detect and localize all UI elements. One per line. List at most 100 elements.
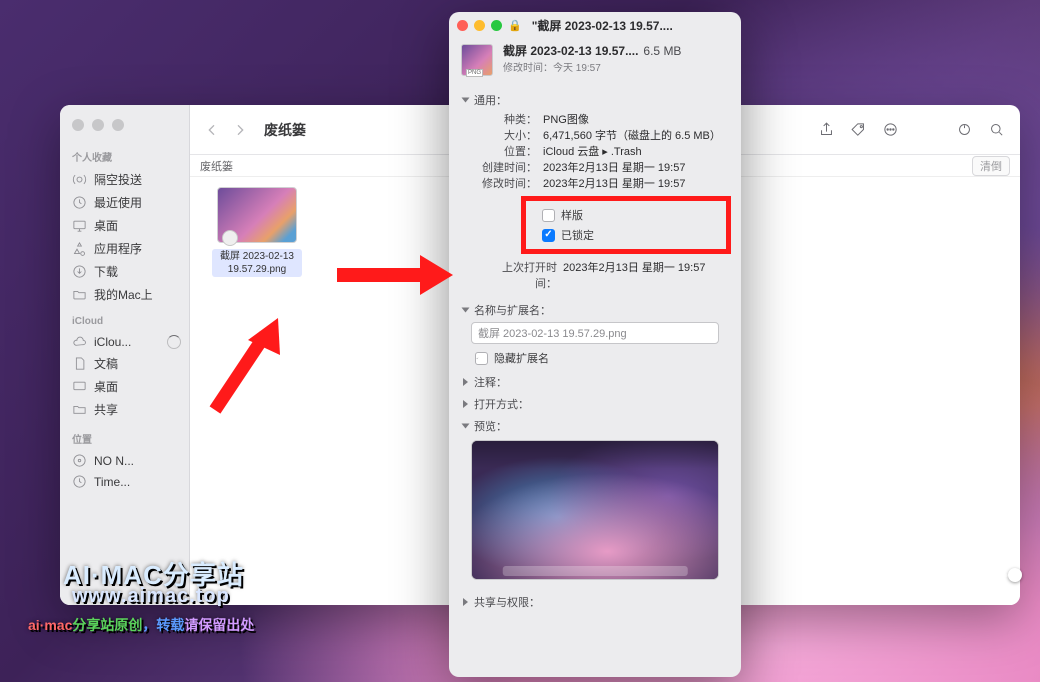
locked-label: 已锁定 [561, 227, 594, 243]
sidebar-label: 最近使用 [94, 194, 142, 211]
hide-ext-label: 隐藏扩展名 [494, 350, 549, 366]
sidebar-item-iclouddrive[interactable]: iClou... [60, 331, 189, 352]
zoom-slider[interactable] [922, 568, 1022, 582]
sidebar-item-mymac[interactable]: 我的Mac上 [60, 283, 189, 306]
finder-sidebar: 个人收藏 隔空投送 最近使用 桌面 应用程序 下载 我的Mac上 iCloud … [60, 105, 190, 605]
getinfo-titlebar: 🔒 "截屏 2023-02-13 19.57.... [449, 12, 741, 38]
where-value: iCloud 云盘 ▸ .Trash [543, 144, 727, 160]
watermark-line2: www.aimac.top [72, 585, 230, 608]
airdrop-icon [72, 172, 87, 187]
modified-label: 修改时间： [481, 176, 543, 192]
file-thumbnail [217, 187, 297, 243]
close-button[interactable] [457, 20, 468, 31]
sidebar-label: 共享 [94, 401, 118, 418]
filename-input[interactable] [471, 322, 719, 344]
document-icon [72, 356, 87, 371]
getinfo-header: 截屏 2023-02-13 19.57.... 6.5 MB 修改时间：今天 19… [449, 38, 741, 88]
watermark-line3: ai·mac分享站原创，转载请保留出处 [28, 615, 254, 635]
action-button[interactable] [880, 120, 900, 140]
cloud-icon [72, 334, 87, 349]
where-label: 位置： [481, 144, 543, 160]
sidebar-item-recent[interactable]: 最近使用 [60, 191, 189, 214]
getinfo-window: 🔒 "截屏 2023-02-13 19.57.... 截屏 2023-02-13… [449, 12, 741, 677]
sidebar-item-airdrop[interactable]: 隔空投送 [60, 168, 189, 191]
forward-button[interactable] [232, 122, 248, 138]
kind-value: PNG图像 [543, 112, 727, 128]
zoom-button[interactable] [112, 119, 124, 131]
disk-icon [72, 453, 87, 468]
download-icon [72, 264, 87, 279]
sync-spinner-icon [167, 335, 181, 349]
empty-trash-button[interactable]: 清倒 [972, 156, 1010, 176]
sidebar-label: 桌面 [94, 217, 118, 234]
tags-button[interactable] [848, 120, 868, 140]
getinfo-mod-value: 今天 19:57 [553, 63, 601, 74]
preview-image [471, 440, 719, 580]
annotation-arrow [335, 250, 455, 305]
size-label: 大小： [481, 128, 543, 144]
getinfo-body: 通用： 种类：PNG图像 大小：6,471,560 字节（磁盘上的 6.5 MB… [449, 88, 741, 677]
sidebar-item-volume[interactable]: NO N... [60, 450, 189, 471]
search-button[interactable] [986, 120, 1006, 140]
sidebar-item-shared[interactable]: 共享 [60, 398, 189, 421]
finder-title: 废纸篓 [264, 120, 306, 140]
clock-icon [72, 195, 87, 210]
view-button[interactable] [954, 120, 974, 140]
sidebar-item-applications[interactable]: 应用程序 [60, 237, 189, 260]
sidebar-label: 文稿 [94, 355, 118, 372]
pathbar-location: 废纸篓 [200, 158, 233, 174]
section-name-ext[interactable]: 名称与扩展名： [463, 302, 727, 318]
sidebar-section-favorites: 个人收藏 [60, 145, 189, 168]
close-button[interactable] [72, 119, 84, 131]
sidebar-label: NO N... [94, 454, 134, 468]
file-item[interactable]: 截屏 2023-02-13 19.57.29.png [212, 187, 302, 277]
stationery-label: 样版 [561, 207, 583, 223]
shared-folder-icon [72, 402, 87, 417]
sidebar-label: 桌面 [94, 378, 118, 395]
sidebar-label: Time... [94, 475, 130, 489]
section-comments[interactable]: 注释： [463, 374, 727, 390]
sidebar-item-downloads[interactable]: 下载 [60, 260, 189, 283]
window-controls [60, 115, 189, 145]
size-value: 6,471,560 字节（磁盘上的 6.5 MB） [543, 128, 727, 144]
getinfo-filename: 截屏 2023-02-13 19.57.... [503, 44, 638, 58]
locked-checkbox[interactable] [542, 229, 555, 242]
modified-value: 2023年2月13日 星期一 19:57 [543, 176, 727, 192]
share-button[interactable] [816, 120, 836, 140]
zoom-button[interactable] [491, 20, 502, 31]
getinfo-size: 6.5 MB [643, 44, 681, 58]
section-openwith[interactable]: 打开方式： [463, 396, 727, 412]
sidebar-item-desktop-icloud[interactable]: 桌面 [60, 375, 189, 398]
created-value: 2023年2月13日 星期一 19:57 [543, 160, 727, 176]
slider-track [922, 574, 1008, 577]
kind-label: 种类： [481, 112, 543, 128]
stationery-checkbox[interactable] [542, 209, 555, 222]
sidebar-item-timemachine[interactable]: Time... [60, 471, 189, 492]
lock-icon: 🔒 [508, 19, 522, 32]
file-name: 截屏 2023-02-13 19.57.29.png [212, 249, 302, 277]
sidebar-label: iClou... [94, 335, 131, 349]
sidebar-item-documents[interactable]: 文稿 [60, 352, 189, 375]
sidebar-item-desktop[interactable]: 桌面 [60, 214, 189, 237]
folder-icon [72, 287, 87, 302]
section-general[interactable]: 通用： [463, 92, 727, 108]
getinfo-title: "截屏 2023-02-13 19.57.... [532, 17, 733, 34]
back-button[interactable] [204, 122, 220, 138]
lastopen-label: 上次打开时间： [481, 260, 563, 292]
sidebar-section-locations: 位置 [60, 427, 189, 450]
minimize-button[interactable] [92, 119, 104, 131]
created-label: 创建时间： [481, 160, 543, 176]
slider-knob[interactable] [1008, 568, 1022, 582]
sidebar-label: 下载 [94, 263, 118, 280]
lastopen-value: 2023年2月13日 星期一 19:57 [563, 260, 727, 292]
sidebar-label: 隔空投送 [94, 171, 142, 188]
section-preview[interactable]: 预览： [463, 418, 727, 434]
desktop-icon [72, 218, 87, 233]
timemachine-icon [72, 474, 87, 489]
sidebar-label: 我的Mac上 [94, 286, 153, 303]
sidebar-label: 应用程序 [94, 240, 142, 257]
section-sharing[interactable]: 共享与权限： [463, 594, 727, 610]
getinfo-mod-label: 修改时间： [503, 63, 553, 74]
annotation-highlight: 样版 已锁定 [521, 196, 731, 254]
minimize-button[interactable] [474, 20, 485, 31]
